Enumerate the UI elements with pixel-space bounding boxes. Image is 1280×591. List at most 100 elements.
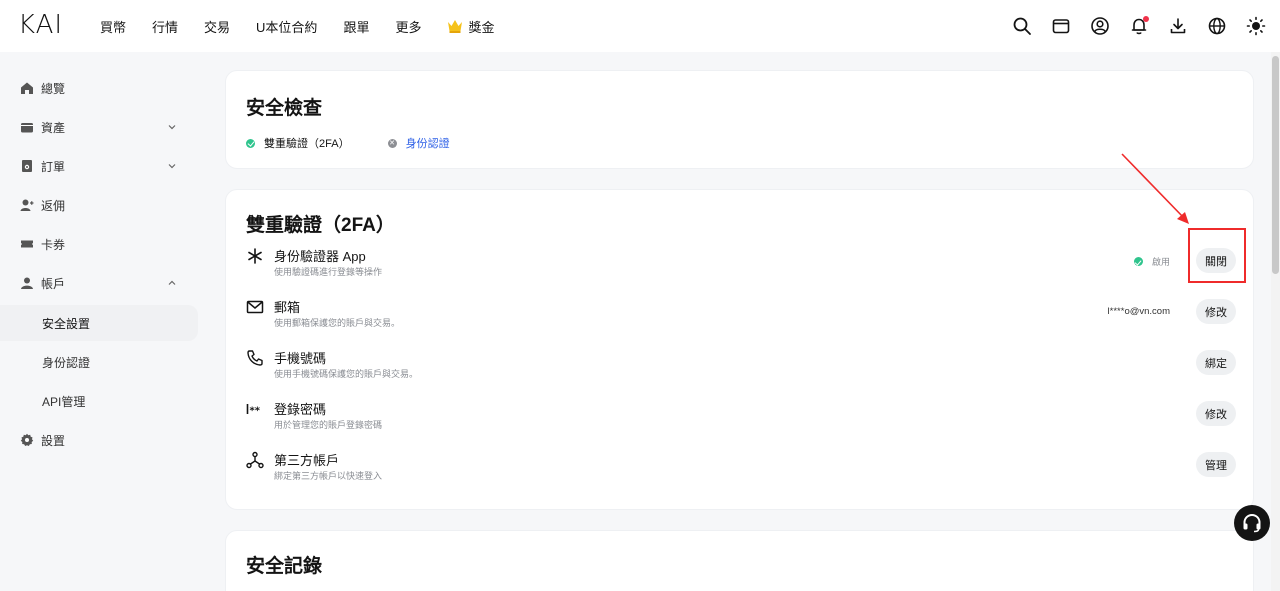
sidebar-item-label: 設置	[41, 433, 66, 448]
x-circle-icon: ✕	[387, 138, 397, 148]
asterisk-icon	[246, 247, 264, 265]
sun-icon[interactable]	[1246, 16, 1266, 36]
sidebar-item-coupons[interactable]: 卡券	[0, 226, 198, 262]
gear-icon	[20, 433, 34, 447]
nav-item-buy-crypto[interactable]: 買幣	[100, 17, 126, 36]
sidebar-item-label: 安全設置	[42, 316, 91, 331]
row-description: 綁定第三方帳戶以快速登入	[274, 471, 383, 481]
list-item-authenticator-app: 身份驗證器 App 使用驗證碼進行登錄等操作 啟用 關閉	[246, 245, 1236, 285]
change-password-button[interactable]: 修改	[1196, 401, 1236, 426]
check-circle-icon	[1133, 257, 1143, 266]
ticket-icon	[20, 237, 34, 251]
sidebar-item-settings[interactable]: 設置	[0, 422, 198, 458]
sidebar-item-security-settings[interactable]: 安全設置	[0, 305, 198, 341]
email-value: l****o@vn.com	[1107, 306, 1170, 317]
chevron-up-icon	[168, 280, 176, 285]
headset-icon	[1243, 513, 1261, 533]
sidebar-item-label: 返佣	[41, 198, 66, 213]
row-description: 使用手機號碼保護您的賬戶與交易。	[274, 369, 419, 379]
wallet-icon[interactable]	[1051, 16, 1071, 36]
row-title: 登錄密碼	[274, 402, 327, 417]
nav-icons	[993, 0, 1266, 52]
row-description: 使用驗證碼進行登錄等操作	[274, 267, 383, 277]
row-title: 第三方帳戶	[274, 453, 340, 468]
user-icon[interactable]	[1090, 16, 1110, 36]
sidebar-item-label: 總覽	[41, 81, 66, 96]
disable-authenticator-button[interactable]: 關閉	[1196, 248, 1236, 273]
top-navigation: KAI 買幣 行情 交易 U本位合約 跟單 更多 獎金	[0, 0, 1280, 52]
share-icon	[246, 451, 264, 469]
svg-text:**: **	[250, 406, 261, 417]
row-title: 身份驗證器 App	[274, 249, 366, 264]
sidebar-item-label: 訂單	[41, 159, 66, 174]
edit-email-button[interactable]: 修改	[1196, 299, 1236, 324]
logo-text: KAI	[18, 10, 64, 40]
sidebar-item-orders[interactable]: 訂單	[0, 148, 198, 184]
bind-phone-button[interactable]: 綁定	[1196, 350, 1236, 375]
security-check-title: 安全檢查	[246, 98, 323, 119]
referral-icon	[20, 198, 34, 212]
two-factor-card: 雙重驗證（2FA） 身份驗證器 App 使用驗證碼進行登錄等操作 啟用 關閉 郵…	[225, 189, 1254, 510]
check-item-2fa: 雙重驗證（2FA）	[246, 135, 350, 151]
sidebar-item-account[interactable]: 帳戶	[0, 265, 198, 301]
nav-item-markets[interactable]: 行情	[152, 17, 178, 36]
sidebar-item-label: 帳戶	[41, 276, 66, 291]
nav-item-trade[interactable]: 交易	[204, 17, 230, 36]
row-description: 使用郵箱保護您的賬戶與交易。	[274, 318, 401, 328]
security-check-card: 安全檢查 雙重驗證（2FA） ✕ 身份認證	[225, 70, 1254, 169]
security-log-title: 安全記錄	[246, 556, 323, 577]
check-circle-icon	[246, 138, 255, 148]
sidebar-item-label: 資產	[41, 120, 66, 135]
order-icon	[20, 159, 34, 173]
sidebar-item-label: API管理	[42, 394, 86, 409]
bell-icon[interactable]	[1129, 16, 1149, 36]
notification-dot	[1143, 16, 1149, 22]
search-icon[interactable]	[1012, 16, 1032, 36]
kai-logo[interactable]: KAI	[18, 10, 64, 40]
list-item-email: 郵箱 使用郵箱保護您的賬戶與交易。 l****o@vn.com 修改	[246, 296, 1236, 336]
mail-icon	[246, 298, 264, 316]
sidebar-item-label: 身份認證	[42, 355, 91, 370]
chevron-down-icon	[168, 125, 176, 130]
sidebar-item-identity-verification[interactable]: 身份認證	[0, 344, 198, 380]
identity-verification-link[interactable]: 身份認證	[406, 135, 450, 151]
manage-third-party-button[interactable]: 管理	[1196, 452, 1236, 477]
list-item-phone: 手機號碼 使用手機號碼保護您的賬戶與交易。 綁定	[246, 347, 1236, 387]
account-icon	[20, 276, 34, 290]
sidebar-item-api-management[interactable]: API管理	[0, 383, 198, 419]
crown-icon	[448, 20, 463, 33]
scrollbar-thumb[interactable]	[1272, 56, 1279, 274]
page-scrollbar[interactable]	[1271, 52, 1280, 591]
row-title: 郵箱	[274, 300, 301, 315]
sidebar-item-overview[interactable]: 總覽	[0, 70, 198, 106]
download-icon[interactable]	[1168, 16, 1188, 36]
sidebar-item-label: 卡券	[41, 237, 66, 252]
status-label: 啟用	[1151, 257, 1170, 267]
password-icon: **	[246, 400, 264, 418]
list-item-third-party-accounts: 第三方帳戶 綁定第三方帳戶以快速登入 管理	[246, 449, 1236, 489]
rewards-label: 獎金	[468, 19, 495, 35]
list-item-login-password: ** 登錄密碼 用於管理您的賬戶登錄密碼 修改	[246, 398, 1236, 438]
sidebar-item-assets[interactable]: 資產	[0, 109, 198, 145]
globe-icon[interactable]	[1207, 16, 1227, 36]
sidebar-item-referral[interactable]: 返佣	[0, 187, 198, 223]
nav-item-rewards[interactable]: 獎金	[447, 17, 494, 36]
row-description: 用於管理您的賬戶登錄密碼	[274, 420, 383, 430]
home-icon	[20, 81, 34, 95]
nav-item-copy-trading[interactable]: 跟單	[343, 17, 369, 36]
phone-icon	[246, 349, 264, 367]
check-item-identity[interactable]: ✕ 身份認證	[387, 135, 450, 151]
security-check-items: 雙重驗證（2FA） ✕ 身份認證	[246, 135, 488, 151]
status-badge: 啟用	[1133, 255, 1170, 268]
nav-item-usdt-futures[interactable]: U本位合約	[256, 17, 317, 36]
two-factor-title: 雙重驗證（2FA）	[246, 215, 395, 236]
sidebar: 總覽 資產 訂單 返佣 卡券 帳戶 安全設置 身份認證 API管理 設置	[0, 52, 212, 591]
chevron-down-icon	[168, 164, 176, 169]
nav-menu: 買幣 行情 交易 U本位合約 跟單 更多 獎金	[100, 0, 520, 52]
row-title: 手機號碼	[274, 351, 327, 366]
customer-support-button[interactable]	[1234, 505, 1270, 541]
check-item-label: 雙重驗證（2FA）	[264, 138, 350, 150]
nav-item-more[interactable]: 更多	[395, 17, 421, 36]
wallet-icon	[20, 120, 34, 134]
security-log-card: 安全記錄	[225, 530, 1254, 591]
